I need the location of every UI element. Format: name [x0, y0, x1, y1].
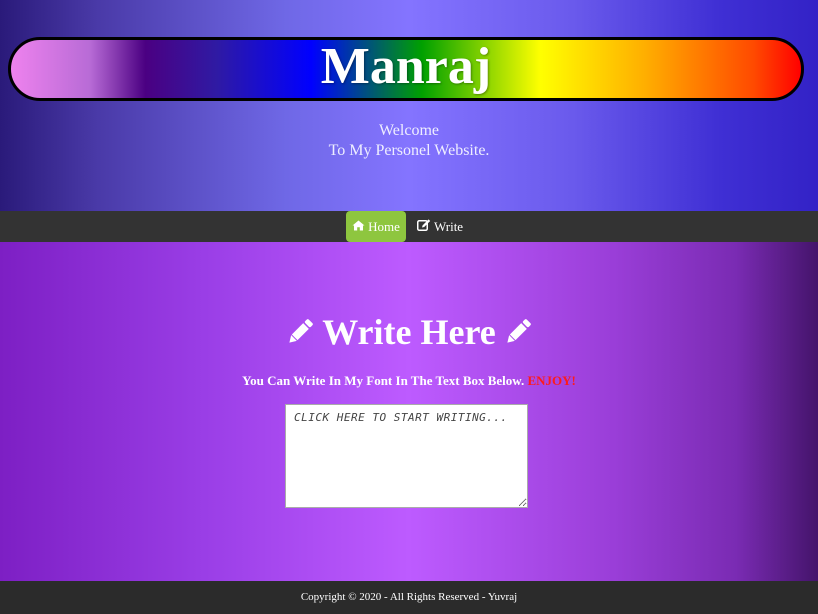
welcome-text: Welcome To My Personel Website. — [0, 121, 818, 161]
write-heading: Write Here — [0, 312, 818, 352]
footer-copyright: Copyright © 2020 - All Rights Reserved -… — [300, 591, 518, 603]
subtitle-highlight: ENJOY! — [527, 373, 576, 388]
welcome-line-2: To My Personel Website. — [328, 142, 490, 159]
title-banner: Manraj — [8, 37, 804, 101]
subtitle-text: You Can Write In My Font In The Text Box… — [242, 373, 525, 388]
nav-item-write[interactable]: Write — [415, 211, 463, 242]
navbar: Home Write — [0, 211, 818, 242]
welcome-line-1: Welcome — [378, 122, 439, 139]
footer: Copyright © 2020 - All Rights Reserved -… — [0, 581, 818, 614]
pencil-icon — [502, 316, 534, 348]
write-heading-text: Write Here — [322, 312, 496, 352]
writing-textarea[interactable] — [285, 404, 528, 508]
pencil-icon — [284, 316, 316, 348]
nav-label-write: Write — [434, 218, 464, 234]
header: Manraj Welcome To My Personel Website. — [0, 0, 818, 211]
site-title: Manraj — [320, 38, 492, 95]
edit-icon — [417, 218, 431, 235]
write-subtitle: You Can Write In My Font In The Text Box… — [0, 373, 818, 389]
nav-item-home[interactable]: Home — [346, 211, 406, 242]
nav-label-home: Home — [368, 218, 400, 234]
main-section: Write Here You Can Write In My Font In T… — [0, 242, 818, 581]
home-icon — [352, 219, 365, 235]
